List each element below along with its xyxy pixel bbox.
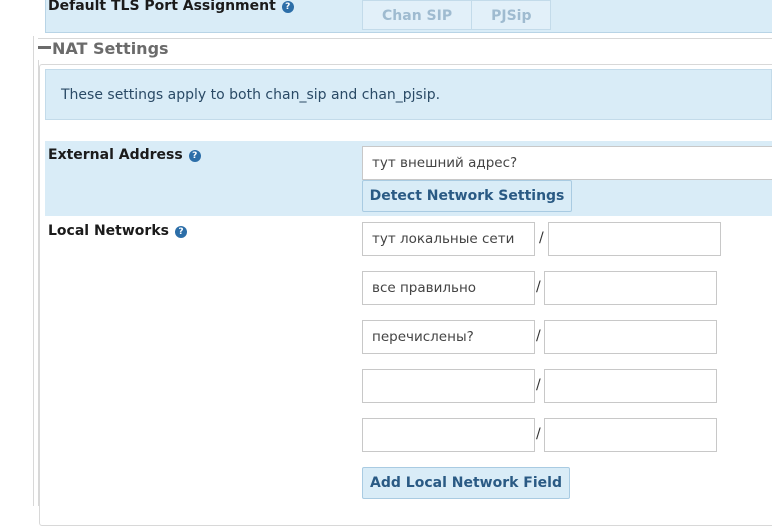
local-networks-label-wrap: Local Networks?: [48, 223, 187, 239]
section-title: NAT Settings: [52, 39, 169, 58]
tls-port-label-wrap: Default TLS Port Assignment?: [48, 0, 294, 14]
external-address-input[interactable]: [362, 146, 772, 180]
info-text: These settings apply to both chan_sip an…: [61, 87, 441, 103]
help-icon[interactable]: ?: [281, 1, 294, 13]
local-network-input[interactable]: [362, 271, 535, 305]
minus-icon: [38, 46, 51, 49]
cidr-separator: /: [536, 328, 541, 344]
pjsip-option[interactable]: PJSip: [472, 0, 552, 30]
external-address-label: External Address: [48, 147, 183, 163]
cidr-separator: /: [536, 426, 541, 442]
local-network-input[interactable]: [362, 320, 535, 354]
external-address-label-wrap: External Address?: [48, 147, 201, 163]
local-network-input[interactable]: [362, 222, 535, 256]
help-icon[interactable]: ?: [174, 226, 187, 238]
local-network-mask-input[interactable]: [544, 271, 717, 305]
tls-port-label: Default TLS Port Assignment: [48, 0, 276, 14]
local-networks-label: Local Networks: [48, 223, 169, 239]
outer-frame-border: [33, 36, 34, 506]
add-local-network-button[interactable]: Add Local Network Field: [362, 467, 570, 499]
local-network-input[interactable]: [362, 418, 535, 452]
chan-sip-option[interactable]: Chan SIP: [362, 0, 473, 30]
detect-network-settings-button[interactable]: Detect Network Settings: [362, 180, 572, 212]
local-network-mask-input[interactable]: [544, 418, 717, 452]
local-network-mask-input[interactable]: [544, 320, 717, 354]
tls-port-segmented-control: Chan SIP PJSip: [362, 0, 552, 30]
help-icon[interactable]: ?: [188, 150, 201, 162]
local-network-mask-input[interactable]: [544, 369, 717, 403]
cidr-separator: /: [539, 230, 544, 246]
local-network-input[interactable]: [362, 369, 535, 403]
cidr-separator: /: [536, 279, 541, 295]
cidr-separator: /: [536, 377, 541, 393]
local-network-mask-input[interactable]: [548, 222, 721, 256]
nat-settings-toggle[interactable]: NAT Settings: [38, 39, 169, 58]
